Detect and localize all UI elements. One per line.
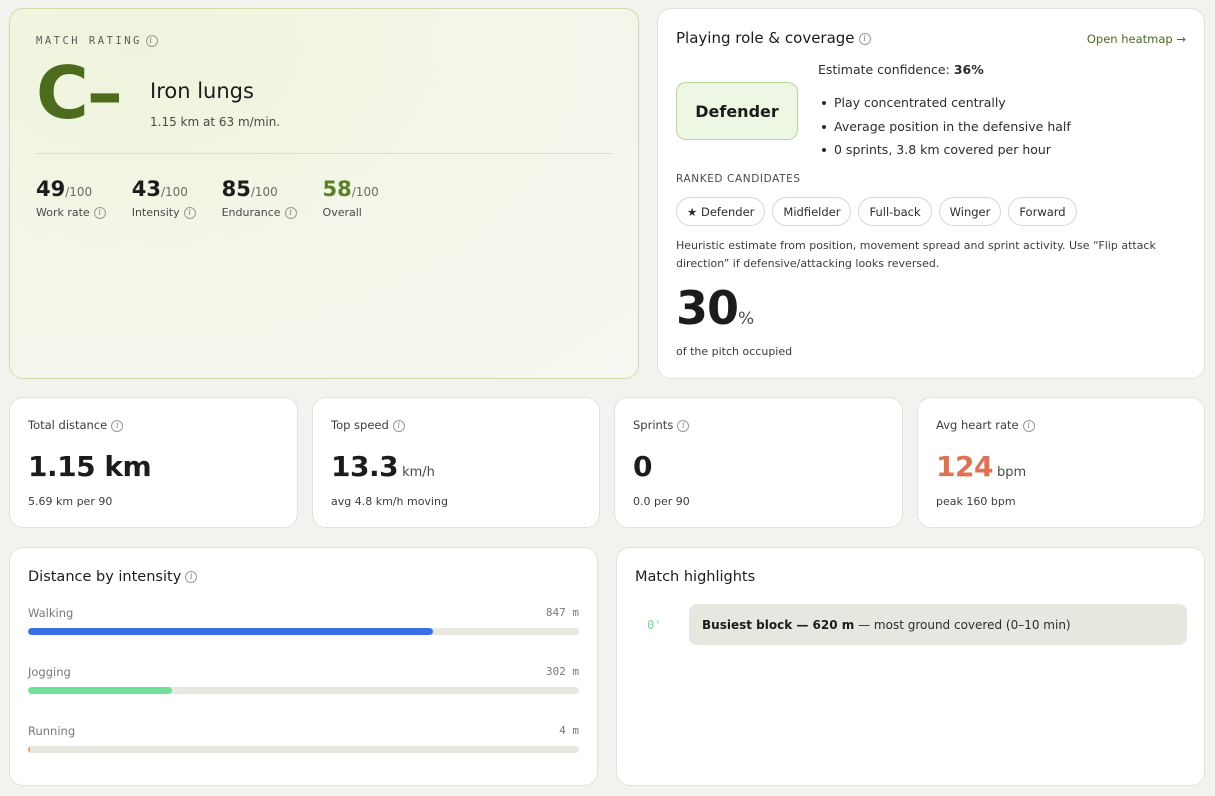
stat-value: 13.3 km/h [331, 450, 435, 483]
stat-subtext: 0.0 per 90 [633, 495, 690, 508]
list-item: Play concentrated centrally [820, 91, 1071, 115]
chip-winger[interactable]: Winger [938, 197, 1002, 226]
heuristic-note: Heuristic estimate from position, moveme… [676, 239, 1156, 270]
intensity-bar-jogging: Jogging 302 m [28, 665, 579, 694]
bar-track [28, 746, 579, 753]
stat-subtext: avg 4.8 km/h moving [331, 495, 448, 508]
bar-fill [28, 746, 31, 753]
match-highlights-card: Match highlights 0' Busiest block — 620 … [616, 547, 1205, 786]
avg-heart-rate-card: Avg heart rate i 124 bpm peak 160 bpm [917, 397, 1205, 528]
highlight-text: Busiest block — 620 m — most ground cove… [689, 604, 1187, 645]
bar-track [28, 687, 579, 694]
info-icon[interactable]: i [858, 32, 871, 45]
stat-value: 1.15 km [28, 450, 152, 483]
divider [36, 153, 612, 154]
role-badge: Defender [676, 82, 798, 140]
info-icon[interactable]: i [145, 35, 158, 47]
stat-label: Top speed i [331, 418, 405, 432]
info-icon[interactable]: i [185, 571, 198, 583]
card-title: Distance by intensity i [28, 569, 198, 585]
bar-label: Walking [28, 606, 74, 620]
stat-label: Avg heart rate i [936, 418, 1035, 432]
chip-defender[interactable]: ★ Defender [676, 197, 766, 226]
intensity-bar-running: Running 4 m [28, 724, 579, 753]
match-rating-card: MATCH RATING i C– Iron lungs 1.15 km at 6… [9, 8, 639, 379]
match-rating-label: MATCH RATING i [36, 35, 158, 47]
pitch-occupied-value: 30% [676, 281, 755, 335]
score-overall: 58/100 Overall [323, 177, 379, 219]
stat-unit: bpm [996, 465, 1027, 480]
confidence-value: 36% [953, 62, 984, 77]
info-icon[interactable]: i [93, 207, 106, 219]
bar-fill [28, 687, 173, 694]
stat-unit: km/h [402, 465, 435, 480]
score-denominator: /100 [351, 185, 379, 199]
score-label: Work rate [36, 206, 90, 219]
bar-fill [28, 628, 433, 635]
chip-forward[interactable]: Forward [1008, 197, 1077, 226]
card-title: Playing role & coverage i [676, 29, 871, 47]
score-endurance: 85/100 Endurance i [222, 177, 297, 219]
score-value: 49 [36, 177, 66, 201]
info-icon[interactable]: i [111, 419, 124, 432]
stat-value: 124 bpm [936, 450, 1027, 483]
score-label: Intensity [131, 206, 180, 219]
ranked-candidates-label: RANKED CANDIDATES [676, 173, 801, 185]
rating-title: Iron lungs [150, 79, 254, 103]
open-heatmap-link[interactable]: Open heatmap → [1087, 32, 1186, 46]
highlight-minute: 0' [647, 617, 662, 632]
score-denominator: /100 [160, 185, 188, 199]
info-icon[interactable]: i [183, 207, 196, 219]
list-item: Average position in the defensive half [820, 115, 1071, 139]
stat-label: Sprints i [633, 418, 690, 432]
info-icon[interactable]: i [677, 419, 690, 432]
pitch-occupied-label: of the pitch occupied [676, 345, 793, 358]
list-item: 0 sprints, 3.8 km covered per hour [820, 138, 1071, 162]
bar-value: 847 m [545, 606, 579, 619]
score-label: Endurance [221, 206, 281, 219]
stat-label: Total distance i [28, 418, 124, 432]
score-intensity: 43/100 Intensity i [132, 177, 196, 219]
bar-label: Jogging [28, 665, 71, 679]
score-list: 49/100 Work rate i 43/100 Intensity i 85/1… [36, 177, 405, 219]
chip-midfielder[interactable]: Midfielder [772, 197, 852, 226]
rating-subtitle: 1.15 km at 63 m/min. [150, 115, 281, 129]
role-bullets: Play concentrated centrally Average posi… [820, 91, 1071, 162]
grade: C– [36, 51, 123, 135]
stat-subtext: 5.69 km per 90 [28, 495, 113, 508]
score-denominator: /100 [250, 185, 278, 199]
playing-role-card: Playing role & coverage i Open heatmap → … [657, 8, 1205, 379]
distance-by-intensity-card: Distance by intensity i Walking 847 m Jogg… [9, 547, 598, 786]
estimate-confidence: Estimate confidence: 36% [818, 62, 984, 77]
sprints-card: Sprints i 0 0.0 per 90 [614, 397, 903, 528]
top-speed-card: Top speed i 13.3 km/h avg 4.8 km/h moving [312, 397, 600, 528]
bar-value: 4 m [559, 724, 579, 737]
info-icon[interactable]: i [392, 419, 405, 432]
score-value: 58 [322, 177, 352, 201]
total-distance-card: Total distance i 1.15 km 5.69 km per 90 [9, 397, 298, 528]
info-icon[interactable]: i [284, 207, 297, 219]
candidate-chips: ★ Defender Midfielder Full-back Winger F… [676, 197, 1084, 226]
score-work-rate: 49/100 Work rate i [36, 177, 106, 219]
stat-subtext: peak 160 bpm [936, 495, 1016, 508]
bar-label: Running [28, 724, 76, 738]
score-label: Overall [322, 206, 362, 219]
bar-value: 302 m [545, 665, 579, 678]
score-value: 85 [221, 177, 251, 201]
bar-track [28, 628, 579, 635]
highlight-item[interactable]: 0' Busiest block — 620 m — most ground c… [635, 604, 1187, 645]
score-denominator: /100 [65, 185, 93, 199]
intensity-bar-walking: Walking 847 m [28, 606, 579, 635]
info-icon[interactable]: i [1022, 419, 1035, 432]
card-title: Match highlights [635, 569, 756, 585]
chip-full-back[interactable]: Full-back [858, 197, 932, 226]
score-value: 43 [131, 177, 161, 201]
stat-value: 0 [633, 450, 652, 483]
